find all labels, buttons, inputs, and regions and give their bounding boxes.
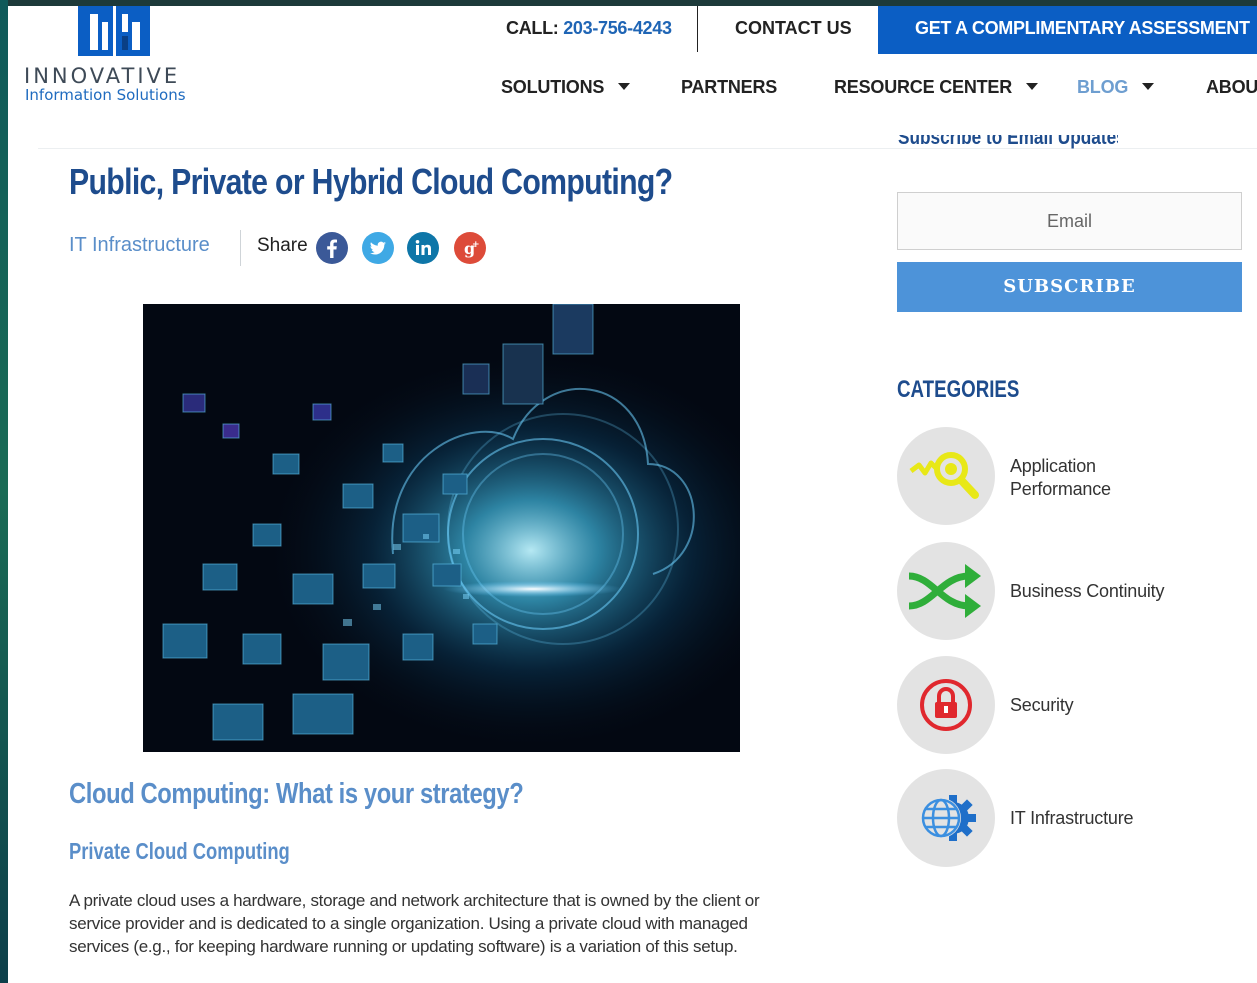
category-security[interactable]: Security: [897, 656, 1247, 756]
call-label: CALL:: [506, 18, 564, 38]
facebook-icon[interactable]: [316, 232, 348, 264]
email-input[interactable]: [897, 192, 1242, 250]
category-it-infrastructure[interactable]: IT Infrastructure: [897, 769, 1247, 869]
category-business-continuity[interactable]: Business Continuity: [897, 542, 1247, 642]
call-phone[interactable]: CALL: 203-756-4243: [506, 18, 672, 39]
section-heading: Cloud Computing: What is your strategy?: [69, 778, 524, 810]
phone-number[interactable]: 203-756-4243: [563, 18, 672, 38]
article-title: Public, Private or Hybrid Cloud Computin…: [69, 161, 673, 202]
nav-partners[interactable]: PARTNERS: [681, 77, 777, 98]
twitter-icon[interactable]: [362, 232, 394, 264]
category-application-performance[interactable]: Application Performance: [897, 427, 1247, 527]
subscribe-heading: Subscribe to Email Updates: [898, 135, 1118, 149]
category-label: IT Infrastructure: [1010, 808, 1134, 828]
web-page: INNOVATIVE Information Solutions CALL: 2…: [8, 6, 1257, 983]
contact-us-link[interactable]: CONTACT US: [735, 18, 852, 39]
subscribe-button[interactable]: SUBSCRIBE: [897, 262, 1242, 312]
window-background: [0, 0, 8, 983]
category-label: Business Continuity: [1010, 581, 1165, 601]
meta-divider: [240, 230, 241, 266]
lock-icon: [920, 679, 972, 731]
svg-text:+: +: [472, 240, 480, 250]
site-header: INNOVATIVE Information Solutions CALL: 2…: [8, 6, 1257, 149]
main-nav: SOLUTIONS PARTNERS RESOURCE CENTER BLOG …: [8, 77, 1257, 107]
share-label: Share: [257, 235, 308, 256]
article-category-link[interactable]: IT Infrastructure: [69, 234, 210, 257]
nav-label: ABOUT: [1206, 77, 1257, 97]
article-paragraph: A private cloud uses a hardware, storage…: [69, 891, 760, 956]
subsection-heading: Private Cloud Computing: [69, 838, 290, 864]
nav-label: SOLUTIONS: [501, 77, 605, 97]
nav-resource-center[interactable]: RESOURCE CENTER: [834, 77, 1039, 98]
google-plus-icon[interactable]: g +: [454, 232, 486, 264]
caret-down-icon: [1142, 82, 1155, 90]
topbar-divider: [697, 6, 698, 52]
globe-gear-icon: [921, 795, 976, 841]
categories-heading: CATEGORIES: [897, 376, 1020, 403]
category-label: Application Performance: [1010, 456, 1111, 499]
nav-solutions[interactable]: SOLUTIONS: [501, 77, 631, 98]
shuffle-arrows-icon: [908, 564, 981, 618]
magnifier-performance-icon: [909, 452, 979, 499]
category-icon-badge: [897, 769, 995, 867]
category-icon-badge: [897, 427, 995, 525]
category-icon-badge: [897, 656, 995, 754]
category-label: Security: [1010, 695, 1074, 715]
caret-down-icon: [1026, 82, 1039, 90]
subscribe-heading-text: Subscribe to Email Updates: [898, 135, 1118, 149]
category-icon-badge: [897, 542, 995, 640]
nav-about[interactable]: ABOUT: [1206, 77, 1257, 98]
assessment-cta-button[interactable]: GET A COMPLIMENTARY ASSESSMENT: [878, 6, 1257, 54]
nav-label: RESOURCE CENTER: [834, 77, 1013, 97]
nav-blog[interactable]: BLOG: [1077, 77, 1155, 98]
nav-label: BLOG: [1077, 77, 1129, 97]
logo-mark-icon: [78, 6, 150, 56]
cloud-data-cubes-image: [143, 304, 740, 752]
nav-label: PARTNERS: [681, 77, 778, 97]
caret-down-icon: [618, 82, 631, 90]
linkedin-icon[interactable]: [407, 232, 439, 264]
